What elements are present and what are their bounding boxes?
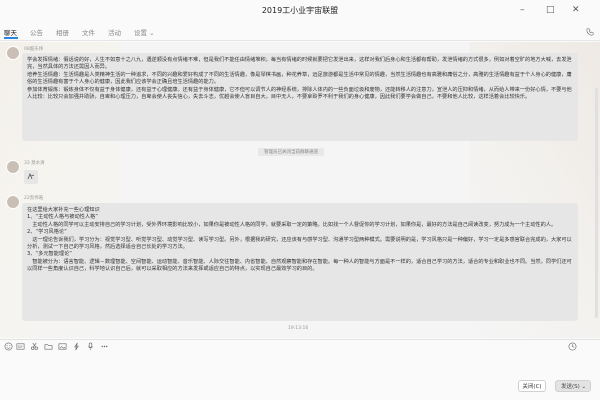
message-line: 2、“学习风格论” — [27, 229, 67, 236]
gif-icon[interactable]: GIF — [16, 342, 25, 351]
avatar[interactable] — [6, 195, 20, 209]
message-line: 这一理论告诉我们，学习分为：视觉学习型、听觉学习型、动觉学习型、读写学习型。另外… — [27, 236, 572, 251]
tab-chat[interactable]: 聊天 — [4, 27, 17, 37]
history-icon[interactable] — [568, 342, 577, 351]
message-line: 培养生活情趣：生活情趣是人类精神生活的一种追求，不同的兴趣和爱好构成了不同的生活… — [27, 71, 572, 86]
sticker-icon — [27, 172, 35, 180]
message-line: 参加体育锻炼：锻炼身体不仅有益于身体健康，还有益于心理健康。还有益于身体健康，它… — [27, 86, 572, 101]
avatar[interactable] — [6, 46, 20, 60]
system-notice: 管理员已关闭当前群聊通道 — [258, 148, 324, 156]
sticker-message[interactable] — [24, 170, 38, 184]
tab-activity[interactable]: 活动 — [108, 27, 121, 37]
chat-area: 08酷乐炜 学会发挥情绪：假话说的好，人生不如意十之八九，遇逆顺没有点情绪不难，… — [0, 42, 600, 338]
tab-announcement[interactable]: 公告 — [30, 27, 43, 37]
message-input[interactable] — [0, 354, 600, 400]
message-line: 在这里给大家补充一些心理知识 — [27, 207, 100, 213]
image-icon[interactable] — [58, 342, 67, 351]
sender-name: 33 莫水清 — [24, 161, 45, 166]
svg-text:GIF: GIF — [18, 345, 23, 349]
message-bubble: 学会发挥情绪：假话说的好，人生不如意十之八九，遇逆顺没有点情绪不难，但是我们不能… — [22, 53, 578, 141]
folder-icon[interactable] — [44, 342, 53, 351]
tab-bar: 聊天 公告 相册 文件 活动 设置 ⌄ — [0, 24, 600, 41]
input-toolbar: GIF — [0, 339, 600, 354]
title-bar: 2019工小业宇宙联盟 – □ ✕ — [0, 0, 600, 22]
message-line: 1、“主动性人格与被动性人格” — [27, 214, 98, 221]
emoji-icon[interactable] — [4, 342, 13, 351]
close-icon[interactable]: ✕ — [572, 4, 580, 16]
tab-settings[interactable]: 设置 ⌄ — [134, 27, 155, 37]
scissors-icon[interactable] — [30, 342, 39, 351]
message-line: 学会发挥情绪：假话说的好，人生不如意十之八九，遇逆顺没有点情绪不难，但是我们不能… — [27, 57, 572, 71]
minimize-icon[interactable]: – — [520, 4, 525, 16]
message-line: 智能被分为：语言智能、逻辑－数理智能、空间智能、运动智能、音乐智能、人际交往智能… — [27, 258, 572, 273]
scrollbar[interactable] — [595, 88, 598, 318]
phone-icon[interactable] — [586, 28, 594, 36]
sender-name: 22凯伟皓 — [24, 196, 44, 201]
timestamp: 19:13:16 — [288, 326, 309, 331]
message-line: 3、“多元智能理论” — [27, 251, 72, 258]
close-button[interactable]: 关闭(C) — [518, 380, 546, 392]
window-title: 2019工小业宇宙联盟 — [261, 6, 339, 15]
message-bubble: 在这里给大家补充一些心理知识 1、“主动性人格与被动性人格” 主动性人格的同学可… — [22, 203, 578, 321]
microphone-icon[interactable] — [86, 342, 95, 351]
lightning-icon[interactable] — [72, 342, 81, 351]
active-tab-indicator — [4, 37, 18, 39]
message-line: 主动性人格的同学可以主动安排自己的学习计划，受外界环境影响比较小，如果你是被动性… — [27, 221, 557, 228]
tab-album[interactable]: 相册 — [56, 27, 69, 37]
maximize-icon[interactable]: □ — [546, 4, 555, 16]
avatar[interactable] — [6, 160, 20, 174]
more-icon[interactable] — [100, 342, 109, 351]
sender-name: 08酷乐炜 — [24, 47, 44, 52]
send-button[interactable]: 发送(S) ⌄ — [555, 380, 591, 392]
tab-files[interactable]: 文件 — [82, 27, 95, 37]
